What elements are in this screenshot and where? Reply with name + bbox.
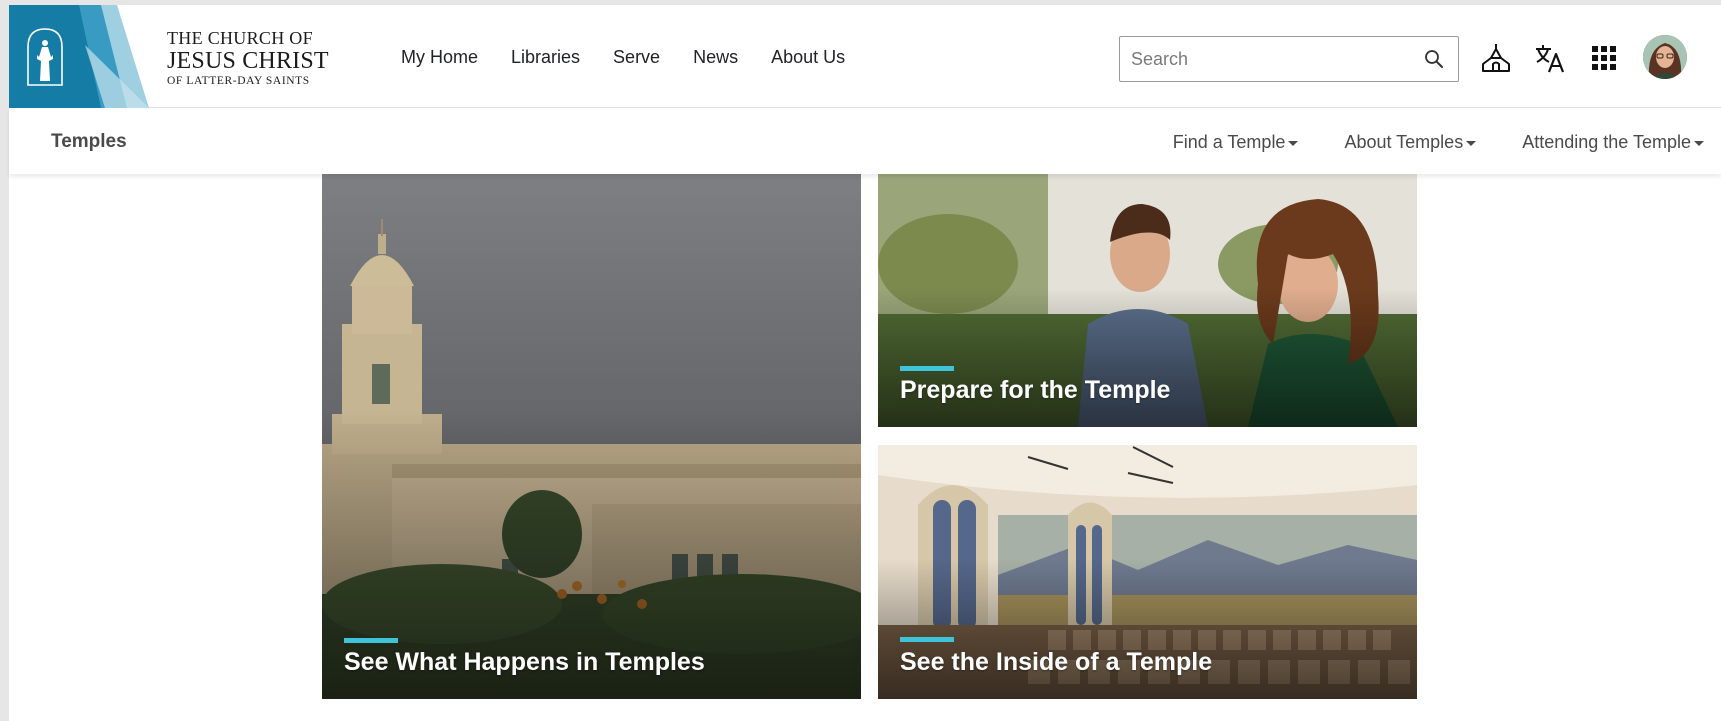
subnav-find-a-temple[interactable]: Find a Temple <box>1173 132 1299 153</box>
search-box <box>1119 36 1459 82</box>
search-input[interactable] <box>1120 37 1400 81</box>
nav-serve[interactable]: Serve <box>613 47 660 68</box>
nav-news[interactable]: News <box>693 47 738 68</box>
tile-gradient-overlay <box>878 287 1417 427</box>
nav-about-us[interactable]: About Us <box>771 47 845 68</box>
site-header: THE CHURCH OF JESUS CHRIST OF LATTER-DAY… <box>9 5 1721 108</box>
temple-icon[interactable] <box>1479 41 1513 75</box>
subnav-attending-the-temple-label: Attending the Temple <box>1522 132 1691 152</box>
caret-down-icon <box>1288 141 1299 146</box>
church-name[interactable]: THE CHURCH OF JESUS CHRIST OF LATTER-DAY… <box>167 29 329 88</box>
search-icon[interactable] <box>1424 49 1444 69</box>
church-logo[interactable] <box>9 5 149 108</box>
logo-shape <box>9 5 149 108</box>
tile-prepare-for-temple[interactable]: Prepare for the Temple <box>878 174 1417 427</box>
subnav-attending-the-temple[interactable]: Attending the Temple <box>1522 132 1704 153</box>
tile-accent-bar <box>900 366 954 371</box>
caret-down-icon <box>1466 141 1477 146</box>
subnav-about-temples-label: About Temples <box>1344 132 1464 152</box>
subnav-find-a-temple-label: Find a Temple <box>1172 132 1286 152</box>
main-nav: My Home Libraries Serve News About Us <box>401 47 878 68</box>
tile-title: Prepare for the Temple <box>900 376 1171 404</box>
caret-down-icon <box>1694 141 1704 146</box>
tile-accent-bar <box>344 638 398 643</box>
tile-title: See the Inside of a Temple <box>900 648 1213 676</box>
apps-grid-icon[interactable] <box>1587 41 1621 75</box>
tile-gradient-overlay <box>878 559 1417 699</box>
language-translate-icon[interactable] <box>1533 41 1567 75</box>
tile-see-inside-temple[interactable]: See the Inside of a Temple <box>878 445 1417 699</box>
tile-accent-bar <box>900 637 954 642</box>
tile-see-what-happens[interactable]: See What Happens in Temples <box>322 174 861 699</box>
tile-title: See What Happens in Temples <box>344 648 705 676</box>
temples-subnav: Temples Find a Temple About Temples Atte… <box>9 109 1721 174</box>
church-name-line3: OF LATTER-DAY SAINTS <box>167 75 310 87</box>
subnav-about-temples[interactable]: About Temples <box>1344 132 1477 153</box>
church-name-line1: THE CHURCH OF <box>167 28 313 48</box>
subnav-links: Find a Temple About Temples Attending th… <box>1127 132 1704 153</box>
section-title[interactable]: Temples <box>51 131 127 153</box>
user-avatar[interactable] <box>1643 35 1687 79</box>
nav-libraries[interactable]: Libraries <box>511 47 580 68</box>
church-name-line2: JESUS CHRIST <box>167 48 329 74</box>
nav-my-home[interactable]: My Home <box>401 47 478 68</box>
